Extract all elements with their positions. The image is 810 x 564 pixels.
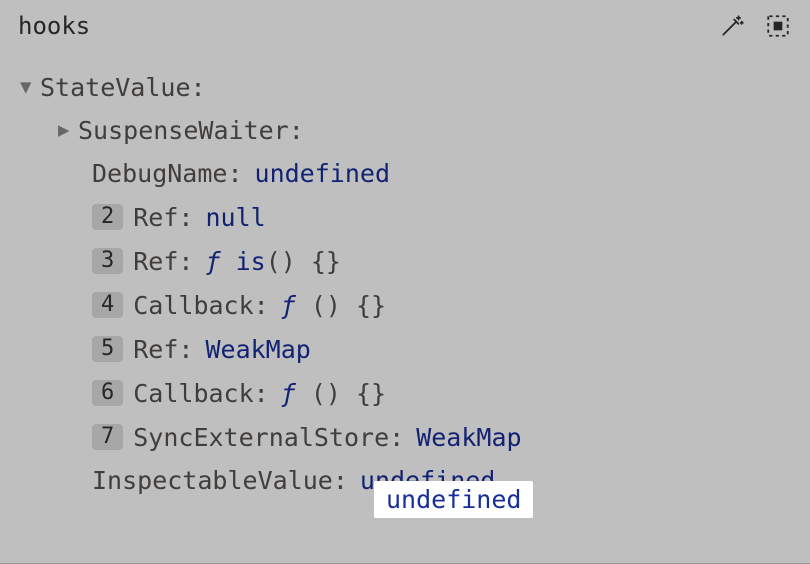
node-key: Ref <box>133 249 178 274</box>
inspect-icon[interactable] <box>764 12 792 40</box>
colon: : <box>178 205 193 230</box>
tree-node-debugname[interactable]: DebugName: undefined <box>20 152 810 195</box>
colon: : <box>289 118 304 143</box>
panel-title: hooks <box>18 12 90 40</box>
chevron-down-icon[interactable] <box>20 78 40 97</box>
hook-index-badge: 5 <box>92 336 123 362</box>
tree-node-callback-4[interactable]: 4 Callback: ƒ () {} <box>20 283 810 327</box>
node-key: Callback <box>133 293 253 318</box>
hooks-panel: hooks StateValue: <box>0 0 810 564</box>
tree-node-ref-5[interactable]: 5 Ref: WeakMap <box>20 327 810 371</box>
node-key: DebugName <box>92 161 227 186</box>
hook-index-badge: 7 <box>92 424 123 450</box>
node-key: InspectableValue <box>92 468 333 493</box>
tree-node-ref-3[interactable]: 3 Ref: ƒ is() {} <box>20 239 810 283</box>
node-value: ƒ () {} <box>281 381 386 406</box>
tree-node-syncexternalstore-7[interactable]: 7 SyncExternalStore: WeakMap <box>20 415 810 459</box>
colon: : <box>254 381 269 406</box>
node-key: Ref <box>133 205 178 230</box>
hook-index-badge: 2 <box>92 204 123 230</box>
tree-node-ref-2[interactable]: 2 Ref: null <box>20 195 810 239</box>
colon: : <box>178 337 193 362</box>
magic-wand-icon[interactable] <box>718 12 746 40</box>
colon: : <box>191 75 206 100</box>
chevron-right-icon[interactable] <box>58 121 78 140</box>
node-key: SyncExternalStore <box>133 425 389 450</box>
panel-header: hooks <box>0 0 810 48</box>
header-actions <box>718 12 792 40</box>
node-key: Ref <box>133 337 178 362</box>
node-value: null <box>205 205 265 230</box>
hooks-tree: StateValue: SuspenseWaiter: DebugName: u… <box>0 48 810 520</box>
node-value: WeakMap <box>416 425 521 450</box>
colon: : <box>389 425 404 450</box>
hook-index-badge: 3 <box>92 248 123 274</box>
highlighted-value: undefined <box>374 481 533 518</box>
node-key: Callback <box>133 381 253 406</box>
hook-index-badge: 4 <box>92 292 123 318</box>
colon: : <box>178 249 193 274</box>
node-value: undefined <box>255 161 390 186</box>
node-value: ƒ () {} <box>281 293 386 318</box>
node-key: StateValue <box>40 75 191 100</box>
colon: : <box>227 161 242 186</box>
tree-node-statevalue[interactable]: StateValue: <box>20 66 810 109</box>
colon: : <box>254 293 269 318</box>
tree-node-suspensewaiter[interactable]: SuspenseWaiter: <box>20 109 810 152</box>
tree-node-callback-6[interactable]: 6 Callback: ƒ () {} <box>20 371 810 415</box>
node-value: ƒ is() {} <box>205 249 340 274</box>
node-value: WeakMap <box>205 337 310 362</box>
node-key: SuspenseWaiter <box>78 118 289 143</box>
hook-index-badge: 6 <box>92 380 123 406</box>
colon: : <box>333 468 348 493</box>
